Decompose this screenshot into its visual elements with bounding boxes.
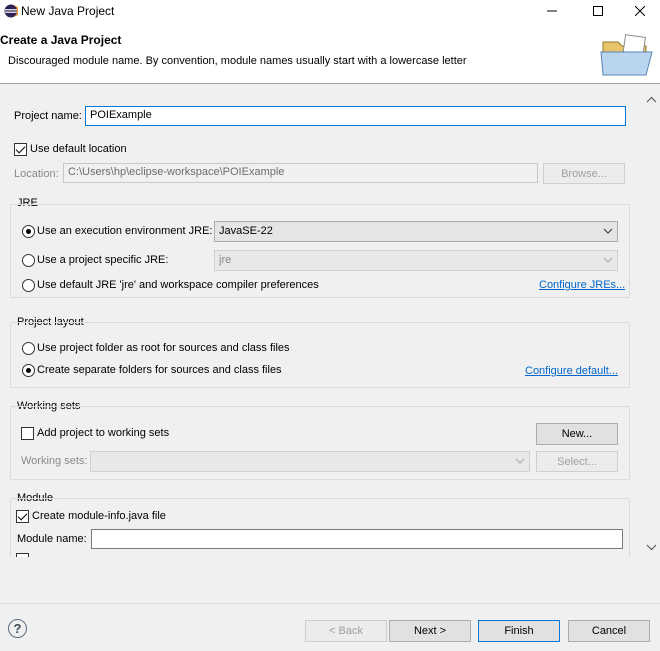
next-button[interactable]: Next >	[389, 620, 471, 642]
module-option-checkbox[interactable]	[16, 553, 29, 557]
eclipse-icon	[4, 4, 18, 18]
close-icon	[635, 6, 645, 16]
project-name-label: Project name:	[14, 110, 82, 122]
module-name-input[interactable]	[91, 529, 623, 549]
working-sets-label: Working sets:	[21, 455, 88, 467]
page-title: Create a Java Project	[0, 33, 122, 47]
project-root-label: Use project folder as root for sources a…	[37, 342, 290, 354]
add-to-working-sets-checkbox[interactable]	[21, 427, 34, 440]
project-root-radio[interactable]	[22, 342, 35, 355]
close-button[interactable]	[620, 0, 660, 22]
project-specific-jre-value: jre	[219, 254, 232, 266]
project-specific-jre-radio[interactable]	[22, 254, 35, 267]
separate-folders-label: Create separate folders for sources and …	[37, 364, 282, 376]
back-button[interactable]: < Back	[305, 620, 387, 642]
default-jre-radio[interactable]	[22, 279, 35, 292]
location-label: Location:	[14, 168, 59, 180]
browse-button[interactable]: Browse...	[543, 163, 625, 184]
wizard-footer: ? < Back Next > Finish Cancel	[0, 603, 660, 651]
working-sets-select[interactable]	[90, 451, 530, 472]
project-specific-jre-label: Use a project specific JRE:	[37, 254, 169, 266]
module-name-label: Module name:	[17, 533, 87, 545]
new-working-set-button[interactable]: New...	[536, 423, 618, 445]
exec-env-jre-select[interactable]: JavaSE-22	[214, 221, 618, 242]
chevron-down-icon	[515, 458, 525, 464]
title-bar: New Java Project	[0, 0, 660, 22]
window-title: New Java Project	[21, 4, 115, 18]
chevron-down-icon	[603, 257, 613, 263]
maximize-button[interactable]	[578, 0, 618, 22]
content-scrollbar[interactable]	[643, 85, 660, 557]
page-description: Discouraged module name. By convention, …	[8, 55, 467, 67]
minimize-icon	[547, 10, 557, 12]
exec-env-jre-radio[interactable]	[22, 225, 35, 238]
project-name-input[interactable]: POIExample	[85, 106, 626, 126]
java-folder-icon	[600, 34, 653, 76]
exec-env-jre-value: JavaSE-22	[219, 225, 273, 237]
use-default-location-label: Use default location	[30, 143, 127, 155]
configure-jres-link[interactable]: Configure JREs...	[539, 279, 625, 291]
location-input[interactable]: C:\Users\hp\eclipse-workspace\POIExample	[63, 163, 538, 183]
configure-default-link[interactable]: Configure default...	[525, 365, 618, 377]
project-layout-group	[10, 322, 630, 388]
default-jre-label: Use default JRE 'jre' and workspace comp…	[37, 279, 319, 291]
cancel-button[interactable]: Cancel	[568, 620, 650, 642]
scroll-up-icon[interactable]	[646, 95, 657, 105]
help-icon[interactable]: ?	[8, 619, 27, 638]
maximize-icon	[593, 6, 603, 16]
finish-button[interactable]: Finish	[478, 620, 560, 642]
separate-folders-radio[interactable]	[22, 364, 35, 377]
wizard-content: Project name: POIExample Use default loc…	[0, 85, 660, 557]
wizard-header: Create a Java Project Discouraged module…	[0, 22, 660, 84]
select-working-sets-button[interactable]: Select...	[536, 451, 618, 472]
create-module-info-label: Create module-info.java file	[32, 510, 166, 522]
add-to-working-sets-label: Add project to working sets	[37, 427, 170, 439]
use-default-location-checkbox[interactable]	[14, 143, 27, 156]
chevron-down-icon	[603, 228, 613, 234]
minimize-button[interactable]	[532, 0, 572, 22]
project-specific-jre-select[interactable]: jre	[214, 250, 618, 271]
scroll-down-icon[interactable]	[646, 542, 657, 552]
exec-env-jre-label: Use an execution environment JRE:	[37, 225, 213, 237]
create-module-info-checkbox[interactable]	[16, 510, 29, 523]
